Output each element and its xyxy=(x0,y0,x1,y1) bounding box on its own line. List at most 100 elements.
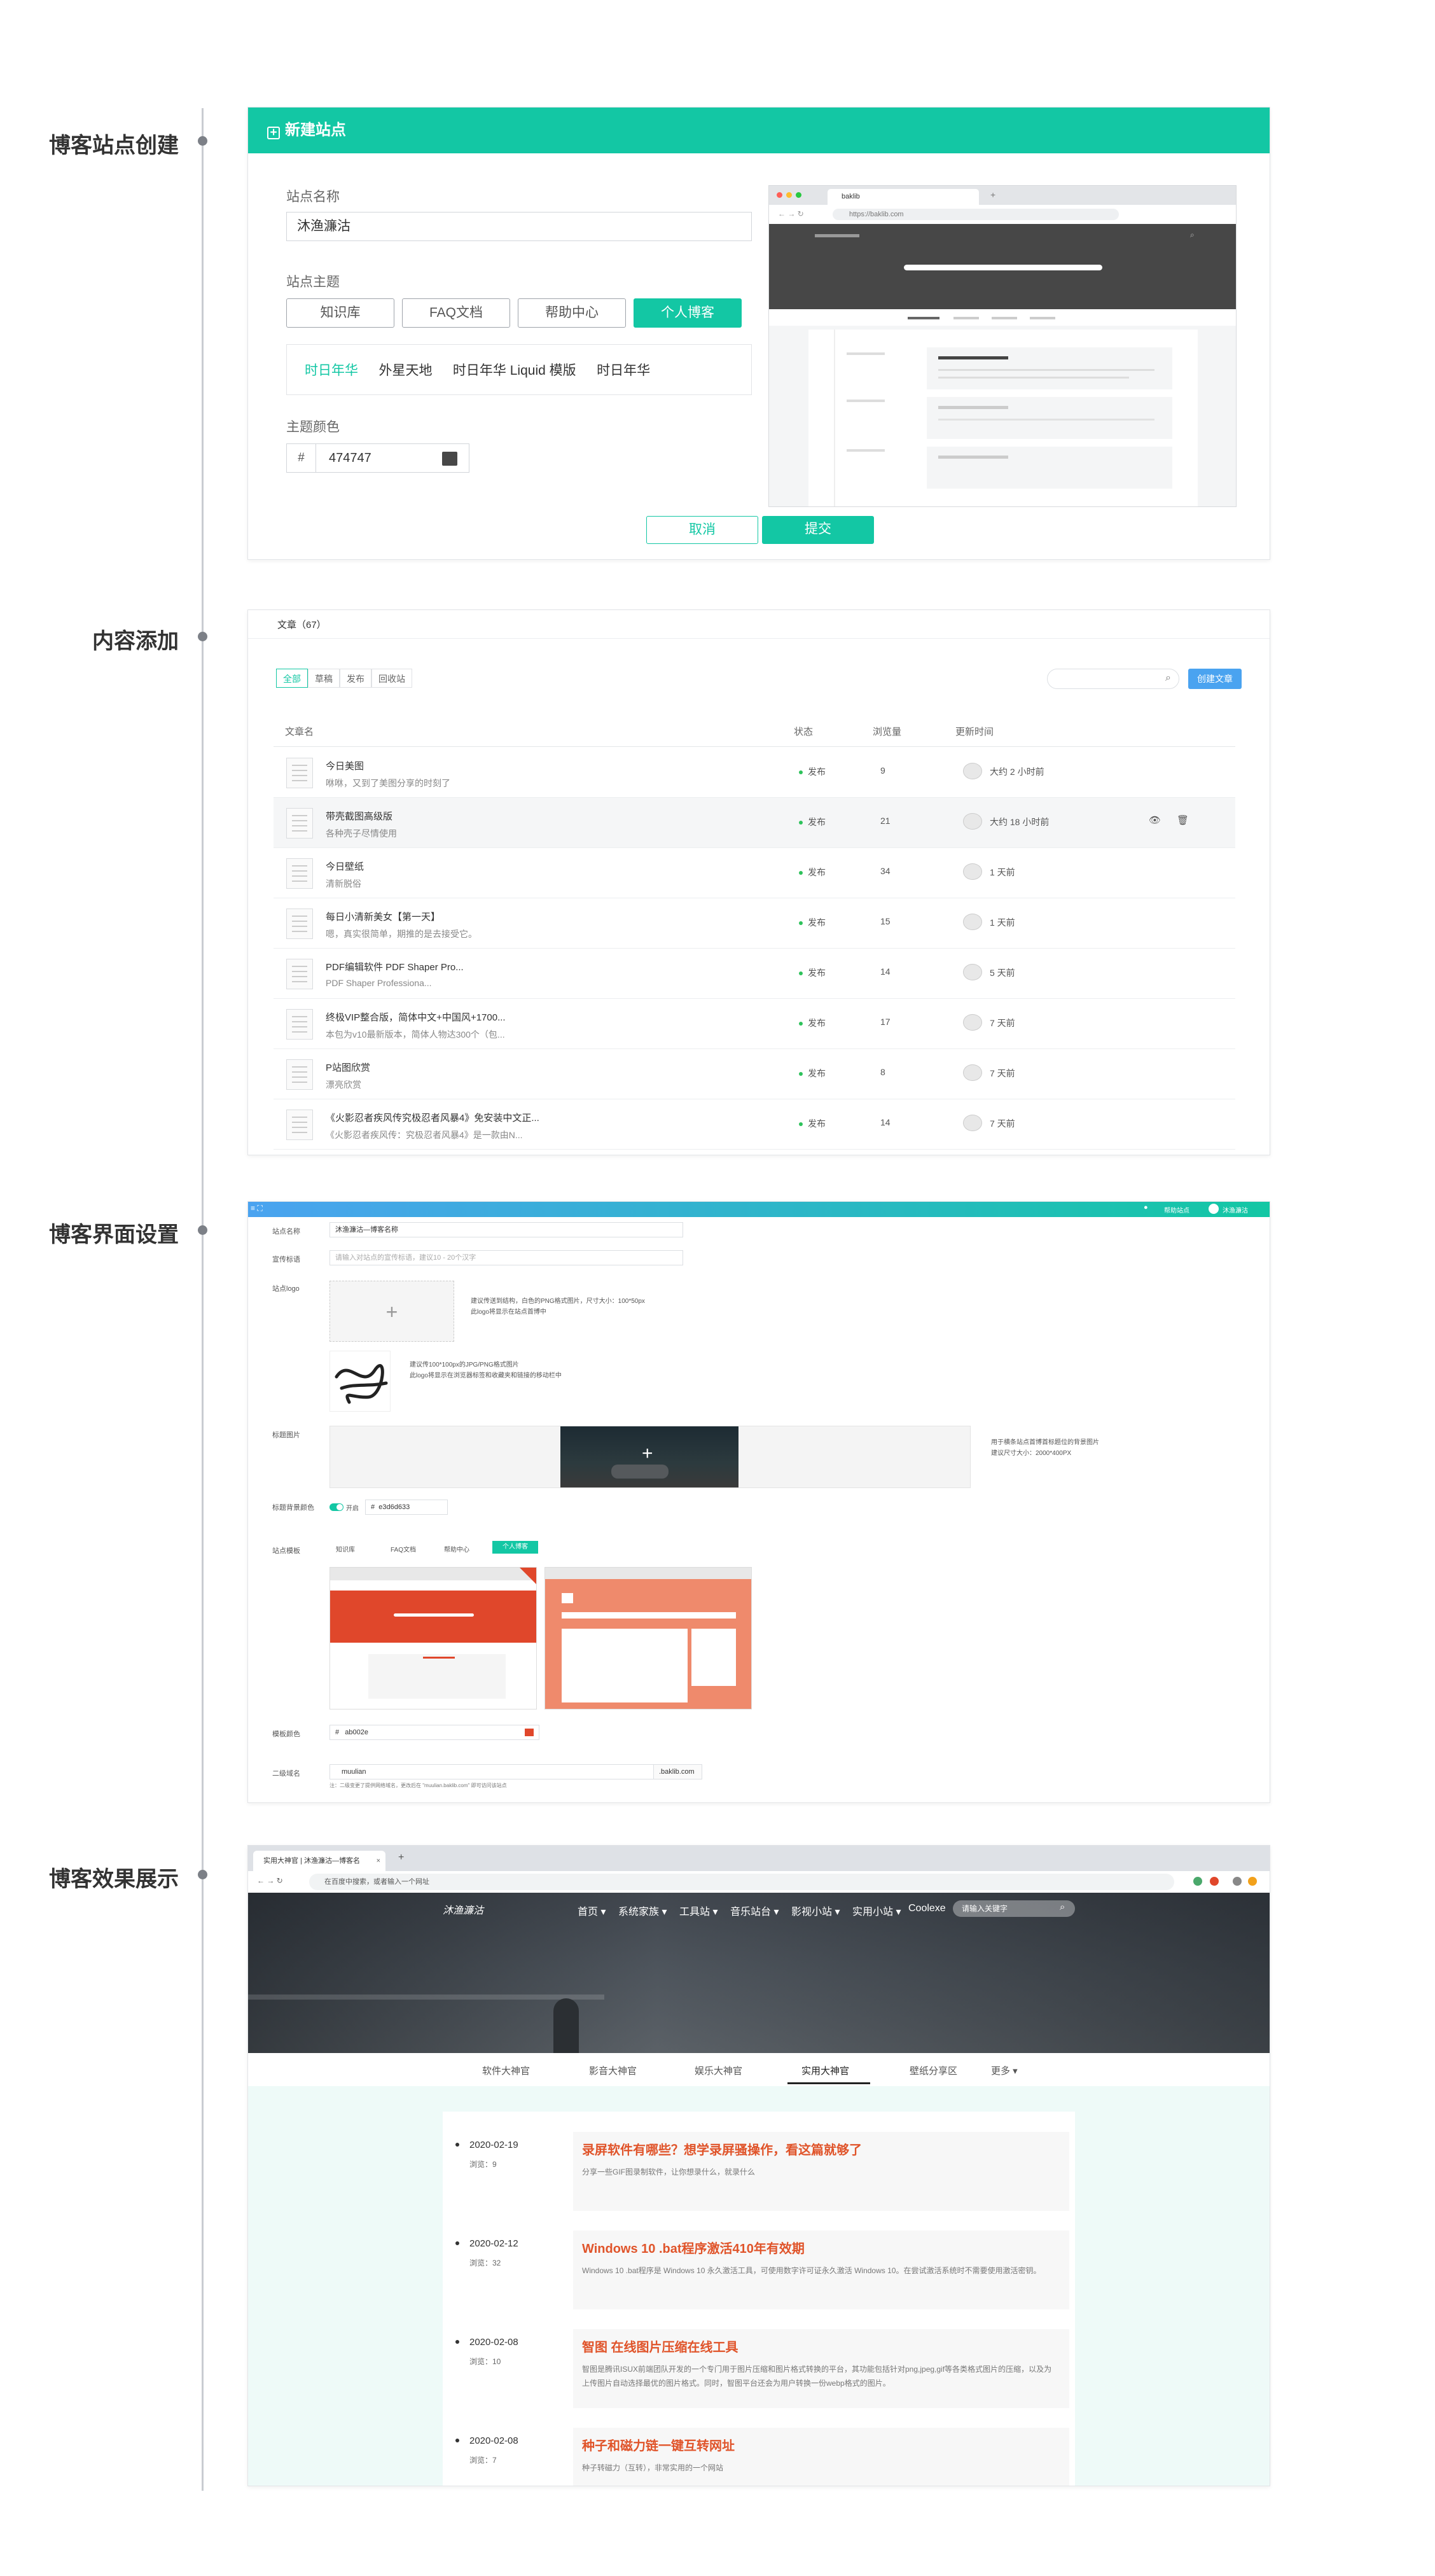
blog-tab-more[interactable]: 更多 ▾ xyxy=(991,2064,1018,2077)
color-swatch[interactable] xyxy=(442,452,457,466)
blog-search-input[interactable]: 请输入关键字 xyxy=(953,1900,1075,1917)
blog-nav-useful[interactable]: 实用小站 ▾ xyxy=(852,1903,901,1918)
filter-trash[interactable]: 回收站 xyxy=(371,669,412,688)
blog-search-icon[interactable]: ⌕ xyxy=(1060,1902,1065,1912)
theme-button-knowledge[interactable]: 知识库 xyxy=(286,298,394,328)
post-title[interactable]: 录屏软件有哪些？想学录屏骚操作，看这篇就够了 xyxy=(582,2140,862,2158)
favicon-preview[interactable] xyxy=(329,1351,391,1412)
blog-logo[interactable]: 沐渔濂沽 xyxy=(443,1902,483,1917)
article-title[interactable]: 《火影忍者疾风传究极忍者风暴4》免安装中文正... xyxy=(326,1111,539,1124)
blog-nav-system[interactable]: 系统家族 ▾ xyxy=(618,1903,667,1918)
blog-tab-media[interactable]: 影音大神官 xyxy=(589,2064,637,2077)
s3-color-swatch[interactable] xyxy=(525,1729,534,1736)
article-title[interactable]: P站图欣赏 xyxy=(326,1061,370,1074)
subtheme-2[interactable]: 外星天地 xyxy=(378,363,432,378)
cancel-button[interactable]: 取消 xyxy=(646,516,758,544)
user-name[interactable]: 沐渔濂沽 xyxy=(1223,1205,1248,1215)
article-title[interactable]: 每日小清新美女【第一天】 xyxy=(326,910,440,923)
table-row[interactable]: PDF编辑软件 PDF Shaper Pro... PDF Shaper Prof… xyxy=(274,949,1235,999)
site-name-input[interactable]: 沐渔濂沽 xyxy=(286,212,752,241)
template-preview-2[interactable] xyxy=(544,1567,752,1709)
article-views: 21 xyxy=(880,816,891,826)
article-title[interactable]: PDF编辑软件 PDF Shaper Pro... xyxy=(326,960,464,973)
article-subtitle: PDF Shaper Professiona... xyxy=(326,978,432,988)
post-views: 浏览：10 xyxy=(469,2357,501,2366)
list-item[interactable]: 2020-02-12 浏览：32 Windows 10 .bat程序激活410年有效… xyxy=(455,2231,1270,2317)
s3-color-field[interactable]: # ab002e xyxy=(329,1725,539,1740)
table-row[interactable]: P站图欣赏 漂亮欣赏 发布 8 7 天前 xyxy=(274,1049,1235,1099)
article-title[interactable]: 今日壁纸 xyxy=(326,860,364,873)
blog-nav-coolexe[interactable]: Coolexe xyxy=(908,1903,946,1914)
theme-button-blog[interactable]: 个人博客 xyxy=(634,298,742,328)
trash-icon[interactable]: 🗑 xyxy=(1177,814,1189,826)
filter-published[interactable]: 发布 xyxy=(340,669,371,688)
subtheme-1[interactable]: 时日年华 xyxy=(305,363,358,378)
blog-tab-useful[interactable]: 实用大神官 xyxy=(801,2064,849,2077)
blog-tab-wallpaper[interactable]: 壁纸分享区 xyxy=(910,2064,957,2077)
s3-theme-help[interactable]: 帮助中心 xyxy=(444,1544,469,1554)
article-title[interactable]: 带壳截图高级版 xyxy=(326,809,392,823)
blog-nav-tools[interactable]: 工具站 ▾ xyxy=(679,1903,718,1918)
blog-browser-tab[interactable]: 实用大神官 | 沐渔濂沽—博客名 × xyxy=(253,1851,385,1871)
create-article-button[interactable]: 创建文章 xyxy=(1188,669,1242,689)
subtheme-box: 时日年华 外星天地 时日年华 Liquid 模版 时日年华 xyxy=(286,344,752,395)
avatar[interactable] xyxy=(1209,1204,1219,1214)
list-item[interactable]: 2020-02-08 浏览：10 智图 在线图片压缩在线工具 智图是腾讯ISUX前端团… xyxy=(455,2329,1270,2416)
post-card[interactable]: 种子和磁力链一键互转网址 种子转磁力（互转），非常实用的一个网站 xyxy=(573,2428,1069,2486)
subtheme-4[interactable]: 时日年华 xyxy=(597,363,650,378)
article-title[interactable]: 终极VIP整合版，简体中文+中国风+1700... xyxy=(326,1010,506,1024)
table-row[interactable]: 今日美图 咻咻，又到了美图分享的时刻了 发布 9 大约 2 小时前 xyxy=(274,748,1235,798)
s3-name-input[interactable]: 沐渔濂沽—博客名称 xyxy=(329,1222,683,1237)
post-title[interactable]: 智图 在线图片压缩在线工具 xyxy=(582,2337,738,2355)
blog-tab-software[interactable]: 软件大神官 xyxy=(482,2064,530,2077)
banner-upload[interactable]: + xyxy=(329,1426,971,1488)
s3-slogan-input[interactable]: 请输入对站点的宣传标语，建议10 - 20个汉字 xyxy=(329,1250,683,1265)
theme-button-help[interactable]: 帮助中心 xyxy=(518,298,626,328)
post-card[interactable]: Windows 10 .bat程序激活410年有效期 Windows 10 .ba… xyxy=(573,2231,1069,2309)
blog-nav-music[interactable]: 音乐站台 ▾ xyxy=(730,1903,779,1918)
blog-nav-video[interactable]: 影视小站 ▾ xyxy=(791,1903,840,1918)
table-row[interactable]: 今日壁纸 清新脱俗 发布 34 1 天前 xyxy=(274,848,1235,898)
logo-upload[interactable]: + xyxy=(329,1281,454,1342)
overlay-color-input[interactable]: # e3d6d633 xyxy=(365,1500,448,1515)
article-title[interactable]: 今日美图 xyxy=(326,759,364,772)
post-card[interactable]: 智图 在线图片压缩在线工具 智图是腾讯ISUX前端团队开发的一个专门用于图片压缩和… xyxy=(573,2329,1069,2408)
table-row[interactable]: 终极VIP整合版，简体中文+中国风+1700... 本包为v10最新版本，简体人物… xyxy=(274,999,1235,1049)
filter-draft[interactable]: 草稿 xyxy=(308,669,340,688)
banner-image: + xyxy=(560,1426,738,1487)
table-row[interactable]: 每日小清新美女【第一天】 嗯，真实很简单，期推的是去接受它。 发布 15 1 天前 xyxy=(274,898,1235,949)
article-search-input[interactable]: ⌕ xyxy=(1047,669,1179,689)
bell-icon[interactable]: ● xyxy=(1144,1204,1148,1211)
article-status: 发布 xyxy=(799,1017,826,1029)
s3-banner-label: 标题图片 xyxy=(272,1431,300,1439)
table-row[interactable]: 带壳截图高级版 各种壳子尽情使用 发布 21 大约 18 小时前 👁 🗑 xyxy=(274,798,1235,848)
submit-button[interactable]: 提交 xyxy=(762,516,874,544)
list-item[interactable]: 2020-02-19 浏览：9 录屏软件有哪些？想学录屏骚操作，看这篇就够了 分享一些… xyxy=(455,2132,1270,2218)
theme-button-faq[interactable]: FAQ文档 xyxy=(402,298,510,328)
post-title[interactable]: 种子和磁力链一键互转网址 xyxy=(582,2435,735,2454)
blog-tab-fun[interactable]: 娱乐大神官 xyxy=(695,2064,742,2077)
eye-icon[interactable]: 👁 xyxy=(1149,814,1161,826)
filter-all[interactable]: 全部 xyxy=(276,669,308,688)
article-thumbnail xyxy=(286,858,313,889)
site-name-label: 站点名称 xyxy=(286,190,340,204)
subtheme-3[interactable]: 时日年华 Liquid 模版 xyxy=(453,363,576,378)
list-item[interactable]: 2020-02-08 浏览：7 种子和磁力链一键互转网址 种子转磁力（互转），非常实用… xyxy=(455,2428,1270,2486)
help-site-link[interactable]: 帮助站点 xyxy=(1164,1205,1189,1215)
s3-theme-blog[interactable]: 个人博客 xyxy=(492,1541,538,1554)
s3-domain-field[interactable]: muulian .baklib.com xyxy=(329,1764,702,1779)
s3-theme-knowledge[interactable]: 知识库 xyxy=(336,1544,355,1554)
s3-logo-label: 站点logo xyxy=(272,1285,300,1293)
article-subtitle: 漂亮欣赏 xyxy=(326,1080,361,1090)
theme-color-field[interactable]: # 474747 xyxy=(286,443,469,473)
table-row[interactable]: 《火影忍者疾风传究极忍者风暴4》免安装中文正... 《火影忍者疾风传：究极忍者风暴… xyxy=(274,1099,1235,1150)
section-label-settings: 博客界面设置 xyxy=(49,1223,179,1247)
template-preview-1[interactable] xyxy=(329,1567,537,1709)
post-title[interactable]: Windows 10 .bat程序激活410年有效期 xyxy=(582,2238,805,2257)
article-updated: 7 天前 xyxy=(990,1118,1015,1129)
s3-theme-faq[interactable]: FAQ文档 xyxy=(391,1544,416,1554)
post-card[interactable]: 录屏软件有哪些？想学录屏骚操作，看这篇就够了 分享一些GIF图录制软件，让你想录什… xyxy=(573,2132,1069,2211)
overlay-toggle[interactable] xyxy=(329,1503,343,1511)
blog-address-input[interactable]: 在百度中搜索，或者输入一个网址 xyxy=(309,1874,1174,1890)
blog-nav-home[interactable]: 首页 ▾ xyxy=(578,1903,606,1918)
